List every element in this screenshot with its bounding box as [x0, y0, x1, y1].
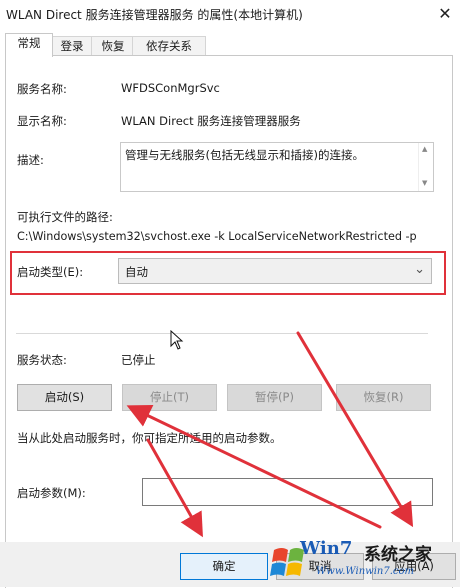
description-scrollbar[interactable]: ▲ ▼	[418, 143, 433, 191]
general-panel	[5, 55, 453, 588]
ok-button[interactable]: 确定	[180, 553, 268, 580]
service-status-label: 服务状态:	[17, 353, 67, 367]
tab-logon[interactable]: 登录	[50, 36, 94, 56]
startup-type-select[interactable]: 自动 ⌄	[118, 258, 432, 284]
tab-dependencies[interactable]: 依存关系	[132, 36, 206, 56]
start-params-hint: 当从此处启动服务时，你可指定所适用的启动参数。	[17, 431, 282, 445]
display-name-value: WLAN Direct 服务连接管理器服务	[121, 114, 301, 128]
chevron-down-icon: ⌄	[414, 262, 425, 277]
resume-button[interactable]: 恢复(R)	[336, 384, 431, 411]
title-bar: WLAN Direct 服务连接管理器服务 的属性(本地计算机) ✕	[0, 0, 460, 30]
start-button[interactable]: 启动(S)	[17, 384, 112, 411]
scroll-down-icon[interactable]: ▼	[422, 179, 427, 187]
service-name-label: 服务名称:	[17, 82, 67, 96]
start-params-label: 启动参数(M):	[17, 486, 86, 500]
scroll-up-icon[interactable]: ▲	[422, 145, 427, 153]
watermark-url: Www.Winwin7.com	[316, 566, 414, 577]
tab-general[interactable]: 常规	[5, 33, 53, 57]
close-icon[interactable]: ✕	[432, 1, 458, 27]
display-name-label: 显示名称:	[17, 114, 67, 128]
exe-path-label: 可执行文件的路径:	[17, 210, 113, 224]
exe-path-value: C:\Windows\system32\svchost.exe -k Local…	[17, 230, 417, 243]
mouse-cursor-icon	[170, 330, 184, 350]
service-name-value: WFDSConMgrSvc	[121, 81, 220, 95]
description-box[interactable]: 管理与无线服务(包括无线显示和插接)的连接。 ▲ ▼	[120, 142, 434, 192]
window-title: WLAN Direct 服务连接管理器服务 的属性(本地计算机)	[6, 8, 303, 22]
description-label: 描述:	[17, 153, 44, 167]
startup-type-label: 启动类型(E):	[17, 265, 84, 279]
watermark-brand: Win7	[300, 538, 353, 559]
separator	[16, 333, 428, 334]
startup-type-value: 自动	[125, 265, 148, 279]
service-status-value: 已停止	[121, 353, 156, 367]
description-text: 管理与无线服务(包括无线显示和插接)的连接。	[125, 148, 364, 162]
pause-button[interactable]: 暂停(P)	[227, 384, 322, 411]
tab-recovery[interactable]: 恢复	[91, 36, 135, 56]
stop-button[interactable]: 停止(T)	[122, 384, 217, 411]
start-params-input[interactable]	[142, 478, 433, 506]
watermark-site-name: 系统之家	[364, 545, 432, 565]
